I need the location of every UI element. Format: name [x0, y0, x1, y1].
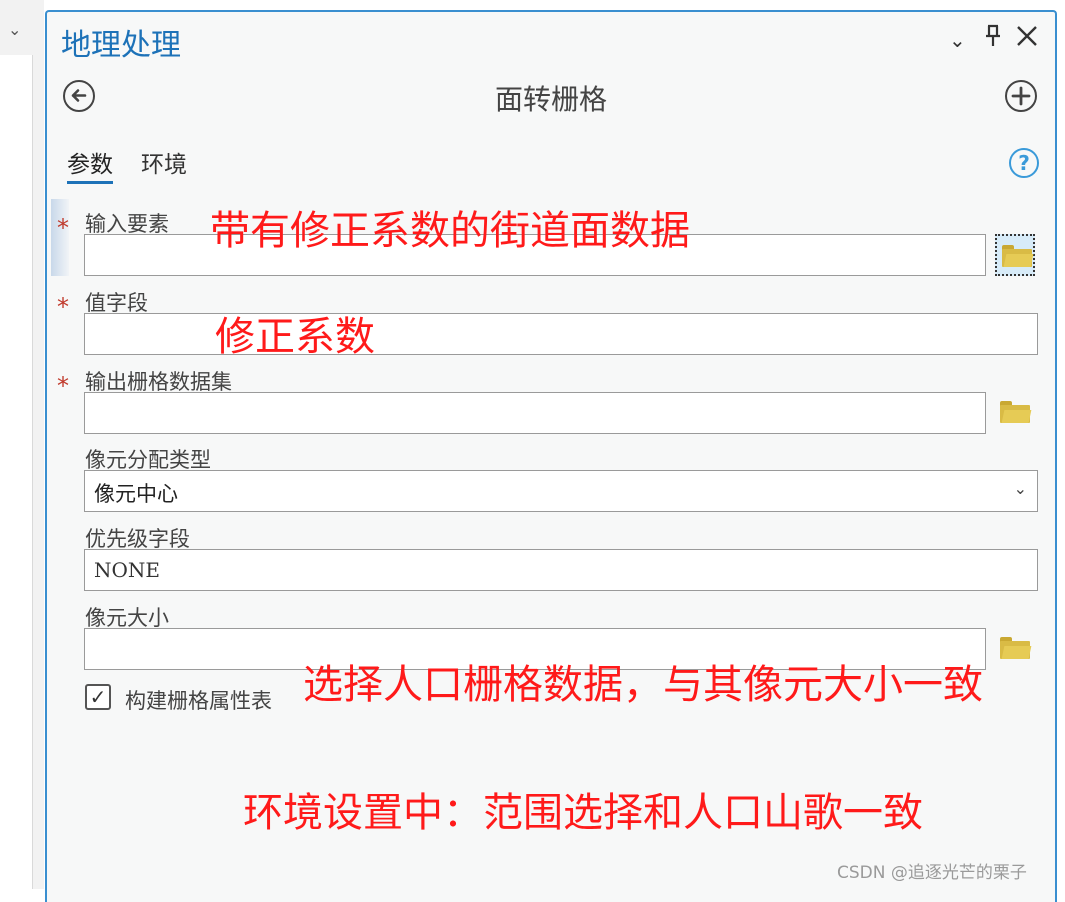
required-marker: *: [57, 293, 69, 321]
annotation-cellsize-note: 选择人口栅格数据，与其像元大小一致: [303, 662, 983, 708]
output-raster-field[interactable]: [84, 392, 986, 434]
input-features-browse-button[interactable]: [995, 234, 1035, 276]
folder-icon: [1000, 637, 1032, 659]
annotation-env-note: 环境设置中：范围选择和人口山歌一致: [243, 790, 923, 836]
cell-assignment-select[interactable]: 像元中心 ⌄: [84, 470, 1038, 512]
close-icon[interactable]: [1015, 24, 1039, 54]
help-icon[interactable]: ?: [1009, 148, 1039, 178]
folder-icon: [1002, 245, 1034, 267]
required-marker: *: [57, 214, 69, 242]
checkmark-icon: ✓: [89, 685, 107, 709]
chevron-down-icon: ⌄: [1013, 479, 1027, 498]
annotation-field-note: 修正系数: [215, 314, 375, 360]
cell-assignment-value: 像元中心: [94, 482, 178, 506]
required-marker: *: [57, 372, 69, 400]
left-pane-content: [0, 55, 33, 889]
annotation-input-note: 带有修正系数的街道面数据: [210, 208, 690, 254]
add-icon: [1011, 86, 1031, 106]
tab-environments[interactable]: 环境: [141, 145, 187, 179]
pane-title: 地理处理: [61, 28, 181, 63]
output-raster-browse-button[interactable]: [995, 392, 1035, 434]
chevron-down-icon[interactable]: ⌄: [8, 20, 21, 39]
add-button[interactable]: [1005, 80, 1037, 112]
menu-chevron-icon[interactable]: ⌄: [949, 28, 966, 52]
tab-parameters[interactable]: 参数: [67, 145, 113, 184]
build-rat-label: 构建栅格属性表: [125, 689, 272, 713]
watermark: CSDN @追逐光芒的栗子: [837, 863, 1027, 883]
build-rat-checkbox[interactable]: ✓: [85, 684, 111, 710]
folder-icon: [1000, 401, 1032, 423]
left-docked-pane: ⌄: [0, 0, 44, 889]
geoprocessing-pane: 地理处理 ⌄ 面转栅格 参数 环境 ? * 输入要素 * 值字段 * 输出栅格数…: [45, 10, 1057, 902]
pin-icon[interactable]: [983, 24, 1003, 54]
tool-title: 面转栅格: [494, 83, 607, 116]
priority-field-value: NONE: [94, 558, 160, 582]
cellsize-browse-button[interactable]: [995, 628, 1035, 670]
priority-field-dropdown[interactable]: NONE: [84, 549, 1038, 591]
